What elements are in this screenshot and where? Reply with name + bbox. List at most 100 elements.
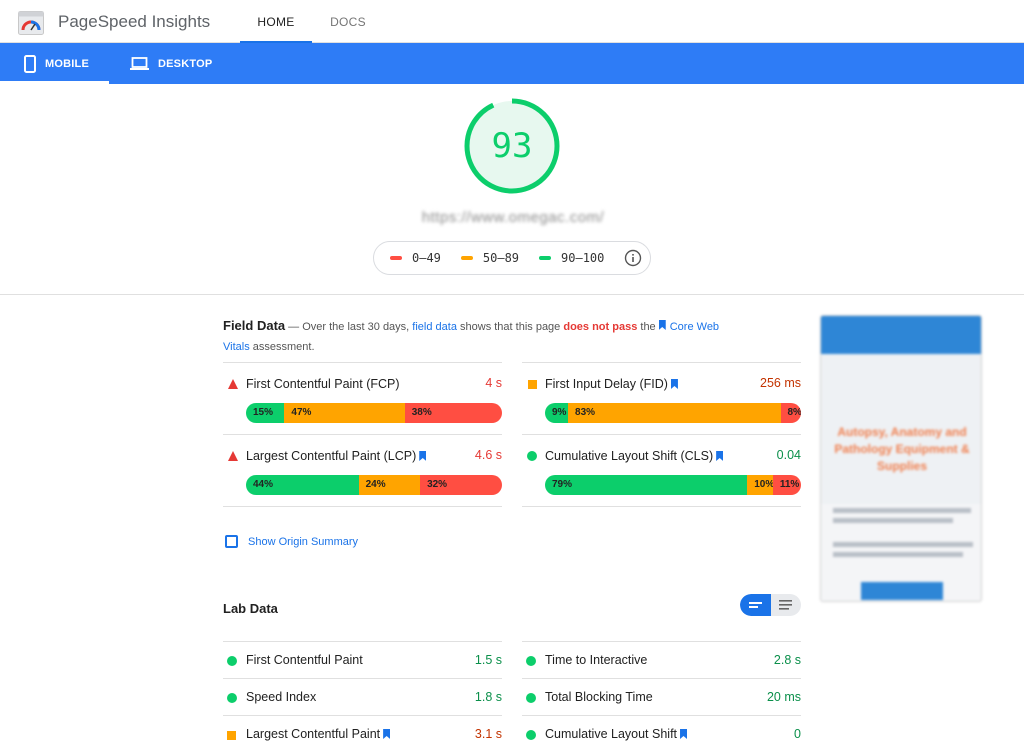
legend-label: 50–89 bbox=[482, 251, 520, 265]
metric-name-wrap: Speed Index bbox=[246, 690, 316, 704]
metric-name: First Contentful Paint (FCP) bbox=[246, 377, 400, 391]
legend-label: 0–49 bbox=[412, 251, 441, 265]
status-marker bbox=[526, 655, 536, 669]
metric-name: Speed Index bbox=[246, 690, 317, 704]
tab-mobile[interactable]: MOBILE bbox=[0, 43, 109, 84]
metric-value: 256 ms bbox=[760, 376, 801, 390]
bookmark-icon bbox=[716, 451, 724, 461]
device-tab-bar: MOBILE DESKTOP bbox=[0, 43, 1024, 84]
pass-circle-icon bbox=[526, 656, 536, 666]
thumb-heading: Autopsy, Anatomy and Pathology Equipment… bbox=[834, 425, 970, 473]
top-header: PageSpeed Insights HOME DOCS bbox=[0, 0, 1024, 43]
distribution-segment: 44% bbox=[246, 475, 359, 495]
desc-text: shows that this page bbox=[456, 321, 564, 333]
distribution-segment: 11% bbox=[772, 475, 801, 495]
field-metric: First Input Delay (FID) 256 ms 9% 83% 8% bbox=[522, 362, 801, 434]
analyzed-url: https://www.omegac.com/ bbox=[421, 209, 605, 226]
metric-value: 1.5 s bbox=[474, 653, 502, 667]
fail-triangle-icon bbox=[228, 451, 238, 461]
phone-icon bbox=[24, 54, 36, 73]
tab-home[interactable]: HOME bbox=[240, 0, 312, 43]
distribution-segment: 10% bbox=[747, 475, 773, 495]
legend-label: 90–100 bbox=[561, 251, 605, 265]
field-data-link[interactable]: field data bbox=[412, 321, 457, 333]
legend-orange-dash bbox=[460, 256, 473, 260]
app-title: PageSpeed Insights bbox=[58, 12, 211, 31]
bookmark-icon bbox=[680, 729, 688, 739]
metric-name-wrap: First Contentful Paint bbox=[246, 653, 363, 667]
status-marker bbox=[526, 729, 536, 743]
metric-name-wrap: Total Blocking Time bbox=[545, 690, 653, 704]
legend-item-average: 50–89 bbox=[460, 251, 520, 265]
metric-value: 20 ms bbox=[766, 690, 801, 704]
average-square-icon bbox=[527, 379, 537, 389]
fail-triangle-icon bbox=[228, 379, 238, 389]
compact-view-button[interactable] bbox=[740, 594, 771, 616]
divider bbox=[223, 506, 502, 507]
checkbox-icon bbox=[225, 535, 238, 548]
lab-metric: Largest Contentful Paint 3.1 s bbox=[223, 715, 502, 752]
status-marker bbox=[227, 692, 237, 706]
field-metric: Cumulative Layout Shift (CLS) 0.04 79% 10% 1… bbox=[522, 434, 801, 506]
bookmark-icon bbox=[419, 451, 427, 461]
field-data-description: Field Data — Over the last 30 days, fiel… bbox=[223, 316, 743, 357]
pass-circle-icon bbox=[526, 730, 536, 740]
lab-metric: Time to Interactive 2.8 s bbox=[522, 641, 801, 678]
status-marker bbox=[227, 655, 237, 669]
field-data-title: Field Data bbox=[223, 318, 286, 333]
metric-header: Largest Contentful Paint (LCP) 4.6 s bbox=[223, 447, 502, 465]
metric-header: First Contentful Paint (FCP) 4 s bbox=[223, 375, 502, 393]
tab-desktop[interactable]: DESKTOP bbox=[130, 43, 230, 84]
thumb-nav bbox=[821, 316, 981, 354]
metric-name: Largest Contentful Paint bbox=[246, 727, 381, 741]
distribution-segment: 8% bbox=[780, 403, 801, 423]
lab-metric: Cumulative Layout Shift 0 bbox=[522, 715, 801, 752]
metric-value: 1.8 s bbox=[474, 690, 502, 704]
tab-docs[interactable]: DOCS bbox=[316, 0, 380, 43]
lab-metric: Speed Index 1.8 s bbox=[223, 678, 502, 715]
desc-text: — Over the last 30 days, bbox=[285, 321, 413, 333]
show-origin-summary-checkbox[interactable]: Show Origin Summary bbox=[225, 535, 358, 548]
metric-value: 3.1 s bbox=[474, 727, 502, 741]
distribution-bar: 44% 24% 32% bbox=[246, 475, 502, 495]
distribution-bar: 9% 83% 8% bbox=[545, 403, 801, 423]
thumb-text-line bbox=[833, 542, 973, 547]
origin-summary-label: Show Origin Summary bbox=[248, 535, 359, 548]
status-marker bbox=[227, 729, 236, 743]
desc-text: assessment. bbox=[249, 341, 315, 353]
section-separator bbox=[0, 294, 1024, 295]
metric-name-wrap: Cumulative Layout Shift bbox=[545, 727, 688, 741]
status-marker bbox=[227, 450, 239, 462]
status-marker bbox=[526, 692, 536, 706]
bookmark-icon bbox=[658, 320, 666, 330]
bookmark-icon bbox=[383, 729, 391, 739]
compact-list-icon bbox=[749, 602, 762, 608]
metric-header: Cumulative Layout Shift (CLS) 0.04 bbox=[522, 447, 801, 465]
lab-view-toggle[interactable] bbox=[740, 594, 801, 616]
tab-desktop-label: DESKTOP bbox=[158, 57, 213, 70]
pass-circle-icon bbox=[227, 693, 237, 703]
legend-red-dash bbox=[390, 256, 402, 260]
metric-value: 0 bbox=[794, 727, 801, 741]
fail-status-text: does not pass bbox=[563, 321, 638, 333]
lab-metric: Total Blocking Time 20 ms bbox=[522, 678, 801, 715]
metric-name: Cumulative Layout Shift bbox=[545, 727, 678, 741]
lab-data-title: Lab Data bbox=[223, 601, 278, 616]
status-marker bbox=[526, 450, 538, 462]
score-legend: 0–49 50–89 90–100 bbox=[373, 241, 651, 275]
average-square-icon bbox=[227, 731, 236, 740]
distribution-bar: 15% 47% 38% bbox=[246, 403, 502, 423]
pass-circle-icon bbox=[526, 693, 536, 703]
laptop-icon bbox=[130, 57, 149, 70]
distribution-segment: 38% bbox=[404, 403, 502, 423]
info-icon[interactable] bbox=[624, 249, 642, 267]
legend-item-pass: 90–100 bbox=[539, 251, 604, 265]
pagespeed-logo-icon bbox=[18, 11, 44, 35]
legend-item-fail: 0–49 bbox=[390, 251, 441, 265]
page-screenshot-thumbnail: Autopsy, Anatomy and Pathology Equipment… bbox=[820, 315, 982, 602]
divider bbox=[522, 506, 801, 507]
expanded-view-button[interactable] bbox=[771, 594, 801, 616]
distribution-segment: 24% bbox=[358, 475, 421, 495]
thumb-button bbox=[861, 582, 943, 600]
metric-name: First Input Delay (FID) bbox=[545, 377, 668, 391]
